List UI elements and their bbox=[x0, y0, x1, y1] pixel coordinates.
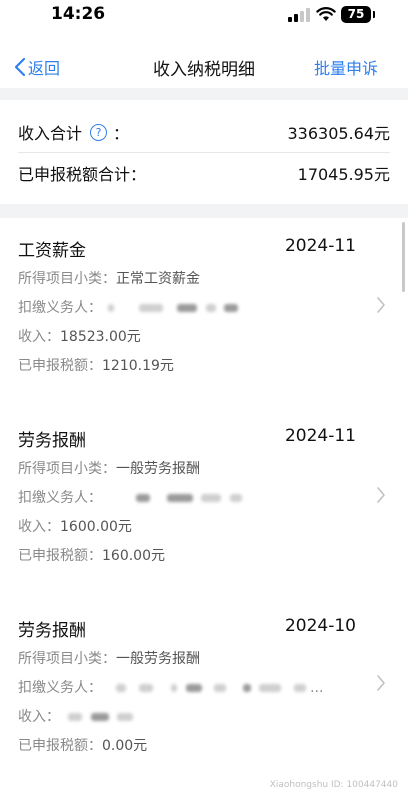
signal-icon bbox=[288, 8, 310, 22]
tax-line: 已申报税额：1210.19元 bbox=[18, 355, 174, 375]
income-label: 收入： bbox=[18, 709, 60, 725]
redacted-block bbox=[138, 684, 153, 692]
income-total-row: 收入合计 ? ： 336305.64元 bbox=[18, 112, 390, 152]
income-total-value: 336305.64元 bbox=[287, 124, 390, 143]
income-label: 收入： bbox=[18, 329, 60, 345]
redacted-block bbox=[259, 684, 282, 692]
tax-label: 已申报税额： bbox=[18, 738, 102, 754]
withholder-ellipsis: ... bbox=[310, 680, 324, 696]
withholder-line: 扣缴义务人： ... bbox=[18, 677, 323, 697]
income-type: 劳务报酬 bbox=[18, 431, 86, 451]
batch-appeal-button[interactable]: 批量申诉 bbox=[314, 55, 378, 79]
redacted-block bbox=[116, 684, 127, 692]
subcategory-label: 所得项目小类： bbox=[18, 271, 116, 287]
chevron-right-icon bbox=[377, 675, 385, 691]
withholder-label: 扣缴义务人： bbox=[18, 490, 102, 506]
back-button[interactable]: 返回 bbox=[14, 55, 60, 79]
income-total-colon: ： bbox=[113, 124, 130, 143]
tax-label: 已申报税额： bbox=[18, 358, 102, 374]
income-label: 收入： bbox=[18, 519, 60, 535]
tax-total-label: 已申报税额合计： bbox=[18, 165, 147, 184]
subcategory-value: 一般劳务报酬 bbox=[116, 651, 200, 667]
redacted-block bbox=[166, 494, 193, 502]
withholder-label: 扣缴义务人： bbox=[18, 300, 102, 316]
tax-period: 2024-11 bbox=[284, 236, 356, 256]
watermark: Xiaohongshu ID: 100447440 bbox=[269, 780, 398, 790]
withholder-line: 扣缴义务人： bbox=[18, 487, 242, 507]
income-type: 工资薪金 bbox=[18, 241, 86, 261]
income-line: 收入：18523.00元 bbox=[18, 326, 141, 346]
income-record[interactable]: 劳务报酬 2024-11 所得项目小类：一般劳务报酬 扣缴义务人： 收入：160… bbox=[0, 426, 408, 576]
tax-value: 0.00元 bbox=[102, 738, 148, 754]
income-value: 18523.00元 bbox=[60, 329, 141, 345]
chevron-right-icon bbox=[377, 297, 385, 313]
section-separator bbox=[0, 204, 408, 218]
subcategory-value: 一般劳务报酬 bbox=[116, 461, 200, 477]
status-time: 14:26 bbox=[51, 4, 106, 24]
redacted-block bbox=[205, 304, 216, 312]
tax-label: 已申报税额： bbox=[18, 548, 102, 564]
redacted-block bbox=[136, 494, 151, 502]
income-value: 1600.00元 bbox=[60, 519, 132, 535]
battery-tip bbox=[373, 11, 375, 18]
chevron-right-icon bbox=[377, 487, 385, 503]
redacted-block bbox=[171, 684, 178, 692]
redacted-block bbox=[138, 304, 163, 312]
redacted-block bbox=[117, 713, 134, 721]
tax-period: 2024-11 bbox=[284, 426, 356, 446]
redacted-block bbox=[242, 684, 251, 692]
redacted-block bbox=[68, 713, 83, 721]
redacted-block bbox=[214, 684, 227, 692]
subcategory-line: 所得项目小类：一般劳务报酬 bbox=[18, 648, 200, 668]
redacted-block bbox=[90, 713, 109, 721]
back-label: 返回 bbox=[28, 59, 61, 78]
battery-icon: 75 bbox=[341, 6, 371, 23]
withholder-label: 扣缴义务人： bbox=[18, 680, 102, 696]
redacted-block bbox=[293, 684, 306, 692]
income-line: 收入：1600.00元 bbox=[18, 516, 132, 536]
redacted-block bbox=[185, 684, 202, 692]
section-separator bbox=[0, 88, 408, 100]
redacted-block bbox=[108, 304, 115, 312]
tax-period: 2024-10 bbox=[284, 616, 356, 636]
redacted-block bbox=[229, 494, 242, 502]
scrollbar[interactable] bbox=[402, 222, 405, 292]
subcategory-line: 所得项目小类：正常工资薪金 bbox=[18, 268, 200, 288]
subcategory-label: 所得项目小类： bbox=[18, 461, 116, 477]
redacted-block bbox=[201, 494, 222, 502]
chevron-left-icon bbox=[14, 57, 26, 77]
subcategory-line: 所得项目小类：一般劳务报酬 bbox=[18, 458, 200, 478]
income-line: 收入： bbox=[18, 706, 134, 726]
tax-line: 已申报税额：0.00元 bbox=[18, 735, 147, 755]
income-type: 劳务报酬 bbox=[18, 621, 86, 641]
subcategory-value: 正常工资薪金 bbox=[116, 271, 200, 287]
withholder-line: 扣缴义务人： bbox=[18, 297, 239, 317]
redacted-block bbox=[177, 304, 198, 312]
income-record[interactable]: 工资薪金 2024-11 所得项目小类：正常工资薪金 扣缴义务人： 收入：185… bbox=[0, 236, 408, 386]
tax-total-row: 已申报税额合计： 17045.95元 bbox=[18, 153, 390, 193]
income-total-label: 收入合计 bbox=[18, 124, 83, 143]
tax-total-value: 17045.95元 bbox=[297, 165, 390, 184]
help-icon[interactable]: ? bbox=[90, 123, 108, 141]
tax-value: 160.00元 bbox=[102, 548, 165, 564]
tax-value: 1210.19元 bbox=[102, 358, 174, 374]
status-bar: 14:26 75 bbox=[0, 0, 408, 30]
income-record[interactable]: 劳务报酬 2024-10 所得项目小类：一般劳务报酬 扣缴义务人： ... 收入… bbox=[0, 616, 408, 766]
nav-bar: 返回 收入纳税明细 批量申诉 bbox=[0, 44, 408, 88]
wifi-icon bbox=[316, 7, 336, 21]
redacted-block bbox=[224, 304, 239, 312]
subcategory-label: 所得项目小类： bbox=[18, 651, 116, 667]
tax-line: 已申报税额：160.00元 bbox=[18, 545, 165, 565]
